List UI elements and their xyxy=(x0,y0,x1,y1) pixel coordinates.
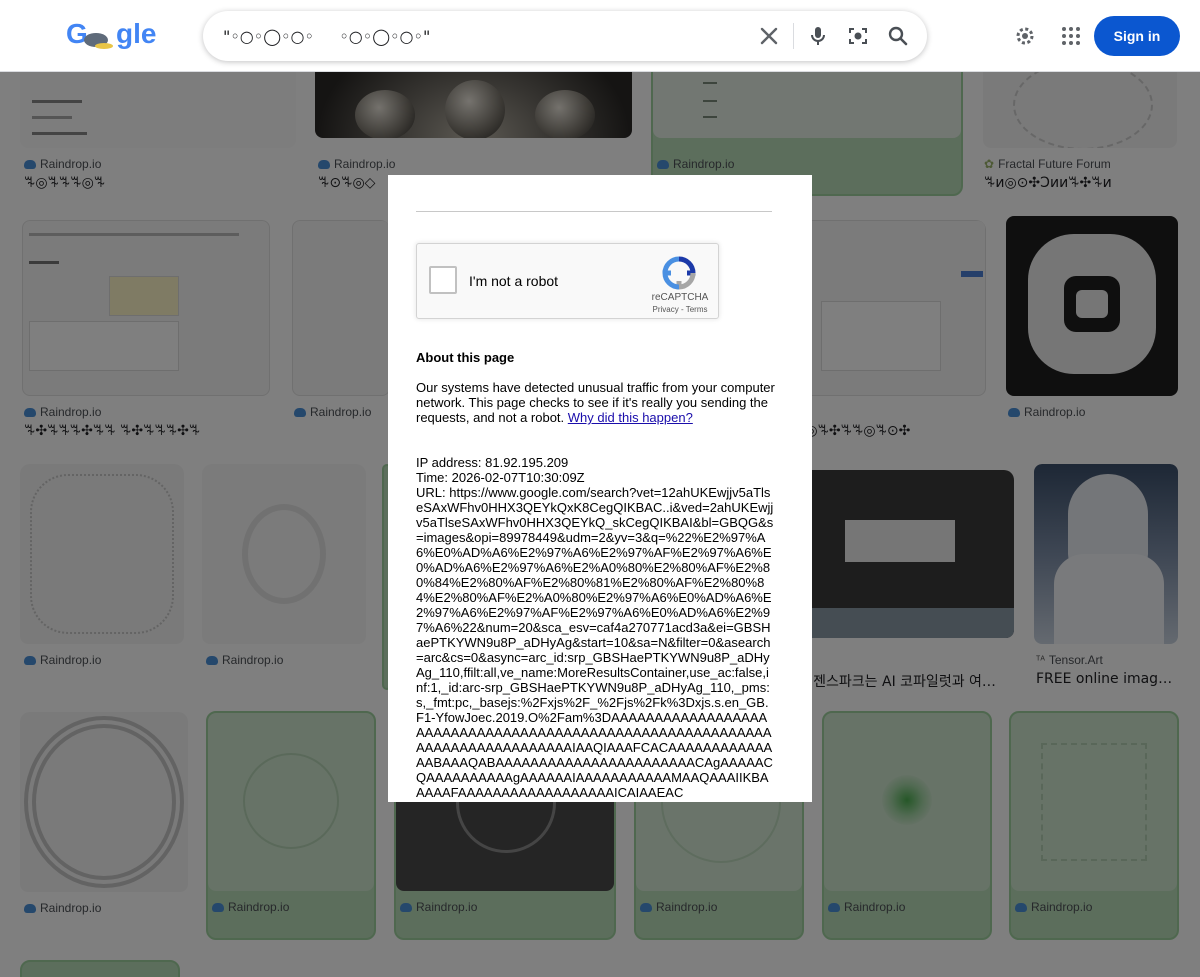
about-title: About this page xyxy=(416,350,515,365)
search-box xyxy=(203,11,927,61)
svg-text:G: G xyxy=(66,18,88,49)
google-doodle-logo[interactable]: G gle xyxy=(64,16,164,52)
request-url: URL: https://www.google.com/search?vet=1… xyxy=(416,485,774,800)
request-details: IP address: 81.92.195.209 Time: 2026-02-… xyxy=(416,455,774,800)
recaptcha-links: Privacy - Terms xyxy=(639,305,721,314)
camera-search-icon[interactable] xyxy=(846,24,870,48)
ip-address: IP address: 81.92.195.209 xyxy=(416,455,569,470)
clear-icon[interactable] xyxy=(757,24,781,48)
svg-text:gle: gle xyxy=(116,18,156,49)
search-icon[interactable] xyxy=(886,24,910,48)
captcha-dialog: I'm not a robot reCAPTCHA Privacy - Term… xyxy=(388,175,812,802)
not-robot-checkbox[interactable] xyxy=(429,266,457,294)
privacy-link[interactable]: Privacy xyxy=(653,305,679,314)
recaptcha-widget: I'm not a robot reCAPTCHA Privacy - Term… xyxy=(416,243,719,319)
top-header: G gle Sign in xyxy=(0,0,1200,72)
mic-icon[interactable] xyxy=(806,24,830,48)
settings-icon[interactable] xyxy=(1013,24,1037,48)
recaptcha-brand: reCAPTCHA xyxy=(651,292,709,303)
apps-icon[interactable] xyxy=(1059,24,1083,48)
recaptcha-logo-icon xyxy=(662,256,696,290)
why-link[interactable]: Why did this happen? xyxy=(568,410,693,425)
link-separator: - xyxy=(680,305,684,314)
timestamp: Time: 2026-02-07T10:30:09Z xyxy=(416,470,585,485)
terms-link[interactable]: Terms xyxy=(686,305,708,314)
dialog-divider xyxy=(416,211,772,212)
search-divider xyxy=(793,23,794,49)
not-robot-label: I'm not a robot xyxy=(469,273,559,289)
search-input[interactable] xyxy=(223,11,753,61)
unusual-traffic-explanation: Our systems have detected unusual traffi… xyxy=(416,380,776,425)
sign-in-button[interactable]: Sign in xyxy=(1094,16,1180,56)
